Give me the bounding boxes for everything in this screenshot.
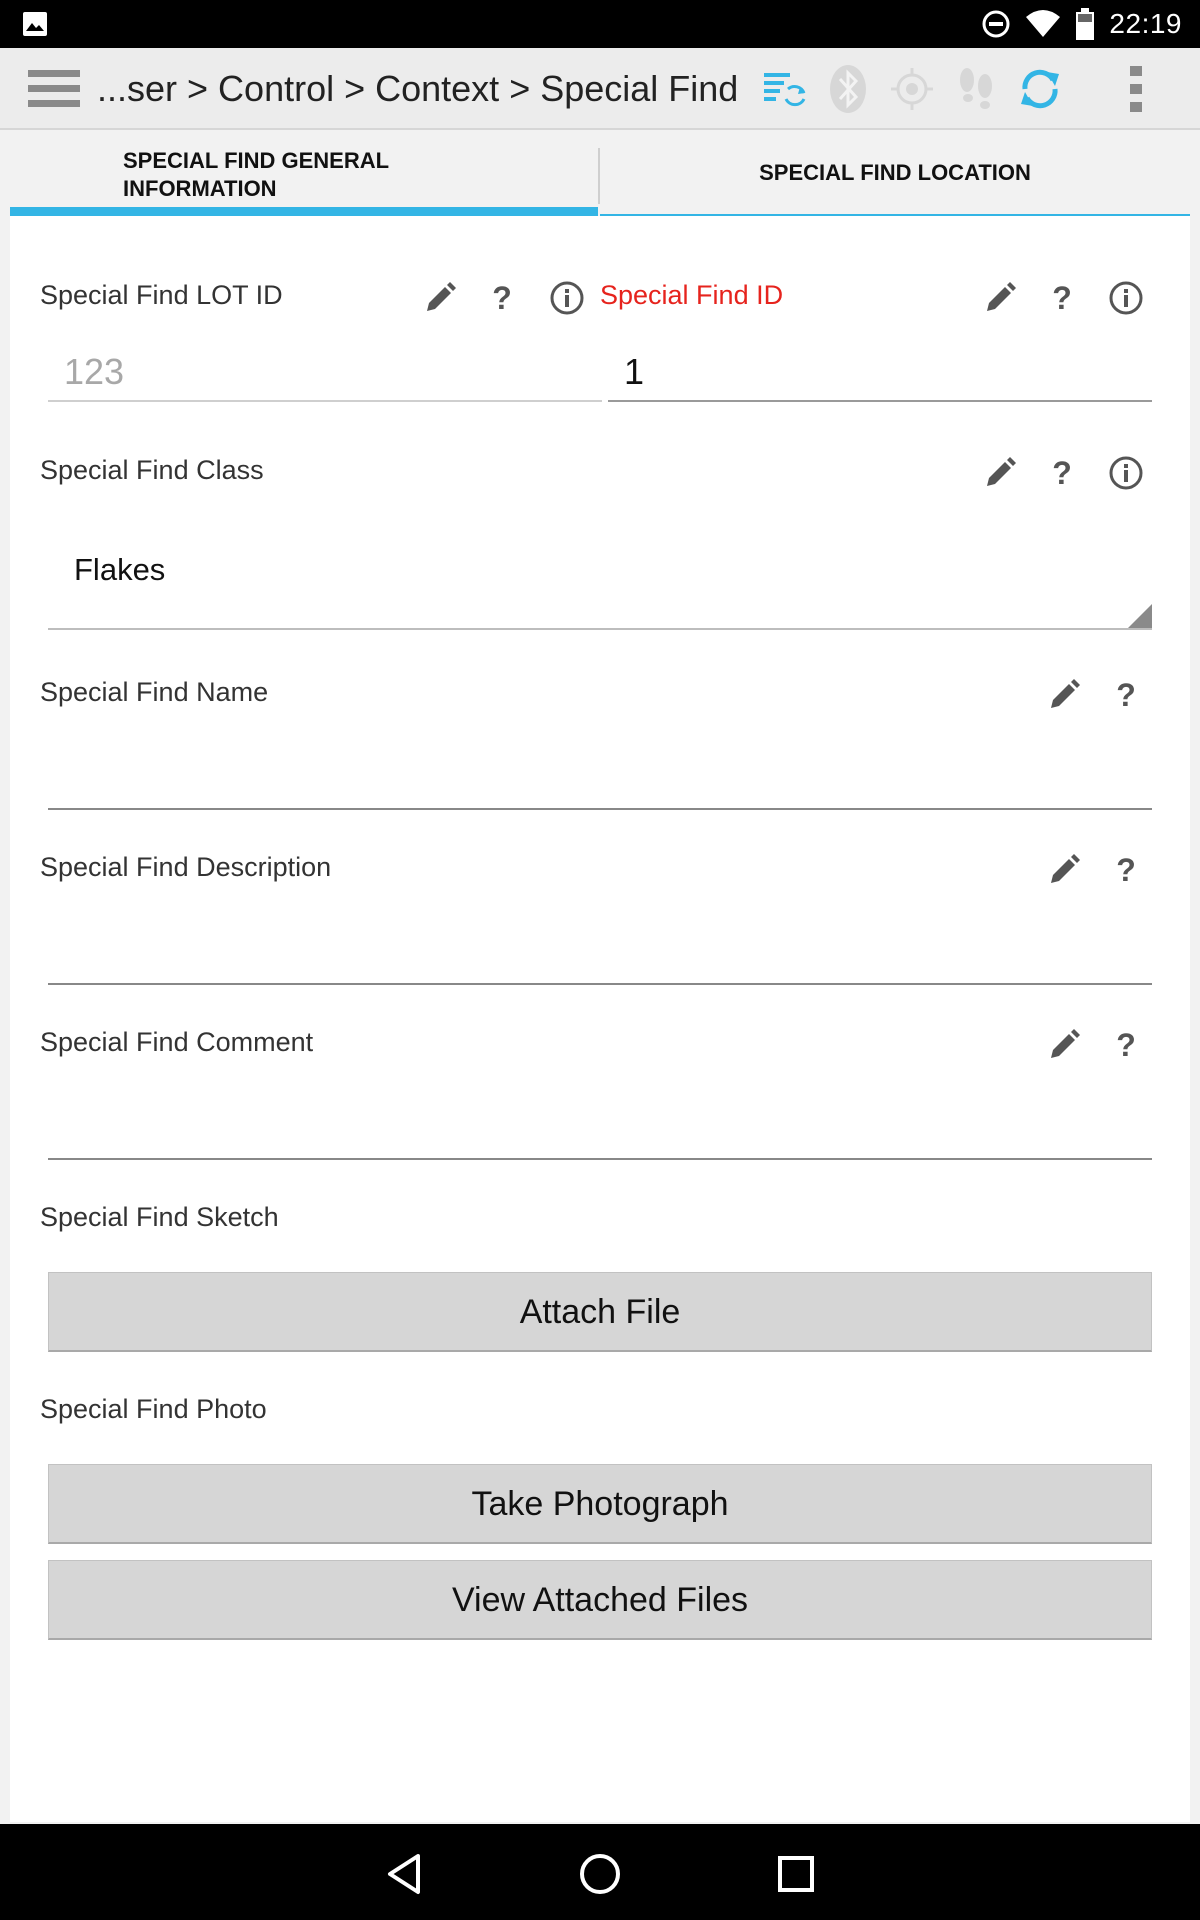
description-label: Special Find Description (40, 852, 332, 882)
pencil-icon[interactable] (418, 276, 462, 320)
bluetooth-icon[interactable] (822, 63, 874, 115)
help-icon[interactable]: ? (1104, 1023, 1148, 1067)
home-icon[interactable] (572, 1846, 628, 1902)
image-notification-icon (22, 11, 48, 37)
description-field[interactable] (48, 905, 1152, 985)
dropdown-arrow-icon (1128, 604, 1152, 628)
navigation-bar (0, 1824, 1200, 1920)
refresh-icon[interactable] (1014, 63, 1066, 115)
breadcrumb: ...ser > Control > Context > Special Fin… (97, 68, 739, 109)
clock: 22:19 (1109, 8, 1182, 39)
back-icon[interactable] (376, 1846, 432, 1902)
tab-general-information[interactable]: SPECIAL FIND GENERAL INFORMATION (10, 130, 598, 216)
find-id-label: Special Find ID (600, 280, 784, 310)
help-icon[interactable]: ? (1104, 848, 1148, 892)
lot-id-field: 123 (48, 346, 602, 402)
comment-label: Special Find Comment (40, 1027, 314, 1057)
battery-icon (1075, 8, 1095, 40)
wifi-icon (1025, 9, 1061, 39)
info-icon[interactable] (545, 276, 589, 320)
comment-field[interactable] (48, 1080, 1152, 1160)
help-icon[interactable]: ? (480, 276, 524, 320)
do-not-disturb-icon (981, 9, 1011, 39)
help-icon[interactable]: ? (1040, 276, 1084, 320)
help-icon[interactable]: ? (1104, 673, 1148, 717)
pencil-icon[interactable] (1042, 848, 1086, 892)
pencil-icon[interactable] (978, 451, 1022, 495)
view-attached-files-button[interactable]: View Attached Files (48, 1560, 1152, 1640)
info-icon[interactable] (1104, 451, 1148, 495)
action-bar: ...ser > Control > Context > Special Fin… (0, 48, 1200, 130)
pencil-icon[interactable] (1042, 673, 1086, 717)
menu-icon[interactable] (28, 68, 80, 110)
info-icon[interactable] (1104, 276, 1148, 320)
name-label: Special Find Name (40, 677, 269, 707)
take-photograph-button[interactable]: Take Photograph (48, 1464, 1152, 1544)
class-dropdown[interactable]: Flakes (48, 530, 1152, 630)
overflow-menu-icon[interactable] (1110, 63, 1162, 115)
tab-location[interactable]: SPECIAL FIND LOCATION (600, 130, 1190, 216)
find-id-field[interactable]: 1 (608, 346, 1152, 402)
recents-icon[interactable] (768, 1846, 824, 1902)
attach-file-button[interactable]: Attach File (48, 1272, 1152, 1352)
class-label: Special Find Class (40, 455, 264, 485)
form-panel: Special Find LOT ID ? 123 Special Find I… (10, 216, 1190, 1822)
lot-id-label: Special Find LOT ID (40, 280, 283, 310)
sketch-label: Special Find Sketch (40, 1202, 279, 1232)
help-icon[interactable]: ? (1040, 451, 1084, 495)
gps-icon[interactable] (886, 63, 938, 115)
name-field[interactable] (48, 730, 1152, 810)
sync-list-icon[interactable] (758, 63, 810, 115)
photo-label: Special Find Photo (40, 1394, 267, 1424)
status-bar: 22:19 (0, 0, 1200, 48)
pencil-icon[interactable] (1042, 1023, 1086, 1067)
tracklog-icon[interactable] (950, 63, 1002, 115)
pencil-icon[interactable] (978, 276, 1022, 320)
tab-bar: SPECIAL FIND GENERAL INFORMATION SPECIAL… (10, 130, 1190, 216)
class-selected-value: Flakes (74, 552, 166, 587)
